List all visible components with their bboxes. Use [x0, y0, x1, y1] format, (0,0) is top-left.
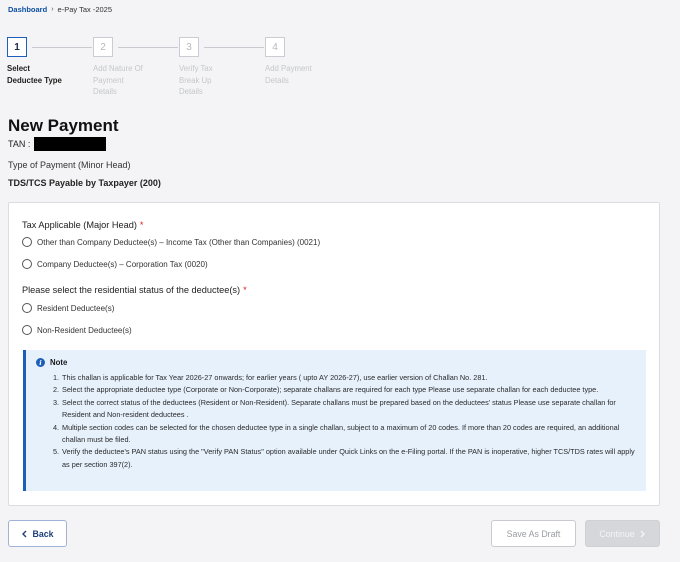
- tax-applicable-label: Tax Applicable (Major Head) *: [22, 220, 144, 230]
- breadcrumb-current: e-Pay Tax -2025: [57, 5, 113, 14]
- step-number: 1: [7, 37, 27, 57]
- step-number: 2: [93, 37, 113, 57]
- required-asterisk: *: [139, 220, 144, 230]
- required-asterisk: *: [243, 285, 247, 295]
- back-button[interactable]: Back: [8, 520, 67, 547]
- save-as-draft-button[interactable]: Save As Draft: [491, 520, 576, 547]
- note-item: 1. This challan is applicable for Tax Yea…: [53, 373, 488, 382]
- chevron-right-icon: [640, 530, 645, 537]
- chevron-left-icon: [22, 530, 27, 537]
- tan-label: TAN :: [8, 139, 31, 149]
- radio-label: Non-Resident Deductee(s): [37, 325, 132, 335]
- breadcrumb: Dashboard › e-Pay Tax -2025: [8, 5, 112, 14]
- tan-redacted-value: [34, 137, 107, 151]
- save-as-draft-label: Save As Draft: [506, 528, 561, 539]
- radio-option-other-than-company[interactable]: Other than Company Deductee(s) – Income …: [22, 237, 320, 247]
- step-number: 3: [179, 37, 199, 57]
- radio-button[interactable]: [22, 237, 32, 247]
- note-item: 4. Multiple section codes can be selected…: [53, 422, 620, 445]
- radio-option-company[interactable]: Company Deductee(s) – Corporation Tax (0…: [22, 259, 208, 269]
- breadcrumb-dashboard-link[interactable]: Dashboard: [8, 5, 47, 14]
- progress-stepper: 1 Select Deductee Type 2 Add Nature Of P…: [7, 37, 327, 99]
- note-title: Note: [50, 358, 68, 367]
- radio-button[interactable]: [22, 259, 32, 269]
- radio-label: Company Deductee(s) – Corporation Tax (0…: [37, 259, 208, 269]
- back-button-label: Back: [32, 528, 54, 539]
- continue-label: Continue: [599, 528, 635, 539]
- note-item: 5. Verify the deductee's PAN status using…: [53, 447, 635, 469]
- note-box: i Note 1. This challan is applicable for …: [23, 350, 646, 491]
- payment-type-value: TDS/TCS Payable by Taxpayer (200): [8, 178, 161, 188]
- note-item: 2. Select the appropriate deductee type (…: [53, 385, 599, 395]
- radio-label: Resident Deductee(s): [37, 303, 115, 313]
- step-1: 1 Select Deductee Type: [7, 37, 87, 86]
- continue-button[interactable]: Continue: [585, 520, 660, 547]
- radio-label: Other than Company Deductee(s) – Income …: [37, 237, 321, 247]
- radio-option-resident[interactable]: Resident Deductee(s): [22, 303, 114, 313]
- step-label: Verify Tax Break Up Details: [179, 64, 213, 96]
- step-2: 2 Add Nature Of Payment Details: [93, 37, 173, 98]
- deductee-form-card: Tax Applicable (Major Head) * Other than …: [8, 202, 660, 506]
- radio-button[interactable]: [22, 303, 32, 313]
- step-label: Add Nature Of Payment Details: [93, 64, 143, 96]
- tan-row: TAN :: [8, 137, 107, 151]
- note-header: i Note: [36, 358, 636, 367]
- residential-status-label: Please select the residential status of …: [22, 285, 247, 295]
- radio-button[interactable]: [22, 325, 32, 335]
- step-number: 4: [265, 37, 285, 57]
- note-list: 1. This challan is applicable for Tax Yea…: [36, 372, 636, 471]
- radio-option-non-resident[interactable]: Non-Resident Deductee(s): [22, 325, 132, 335]
- payment-type-label: Type of Payment (Minor Head): [8, 160, 131, 170]
- step-label: Add Payment Details: [265, 64, 312, 85]
- note-item: 3. Select the correct status of the deduc…: [53, 397, 616, 420]
- info-icon: i: [36, 358, 45, 367]
- step-label: Select Deductee Type: [7, 64, 62, 85]
- step-4: 4 Add Payment Details: [265, 37, 345, 86]
- breadcrumb-separator: ›: [51, 6, 54, 13]
- step-3: 3 Verify Tax Break Up Details: [179, 37, 259, 98]
- page-title: New Payment: [8, 116, 119, 135]
